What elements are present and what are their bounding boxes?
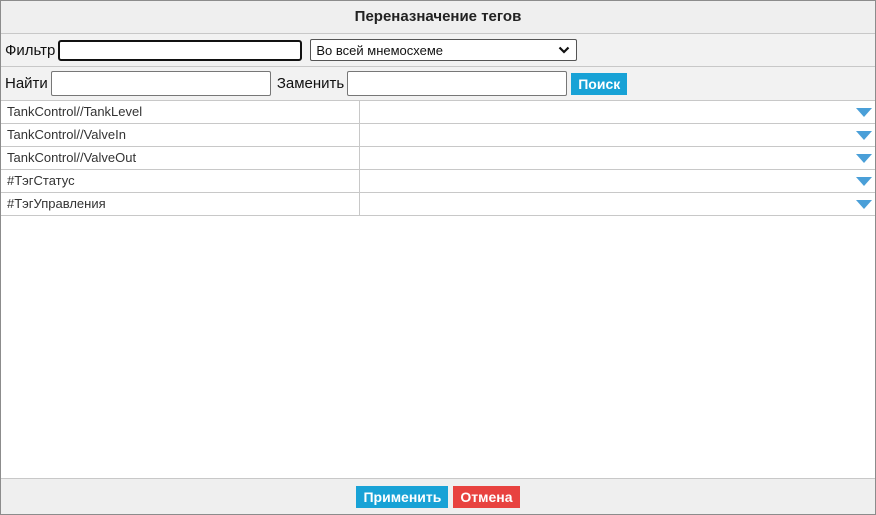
tag-target-dropdown[interactable] bbox=[360, 170, 875, 192]
tag-name-cell: TankControl//ValveIn bbox=[1, 124, 360, 146]
triangle-down-icon[interactable] bbox=[856, 177, 872, 186]
tag-target-dropdown[interactable] bbox=[360, 147, 875, 169]
find-input[interactable] bbox=[50, 71, 271, 96]
tag-reassign-dialog: Переназначение тегов Фильтр Во всей мнем… bbox=[0, 0, 876, 515]
scope-select-value: Во всей мнемосхеме bbox=[316, 42, 444, 58]
tag-name-cell: TankControl//TankLevel bbox=[1, 101, 360, 123]
triangle-down-icon[interactable] bbox=[856, 200, 872, 209]
tag-name-cell: #ТэгУправления bbox=[1, 193, 360, 215]
replace-input[interactable] bbox=[347, 71, 568, 96]
scope-select[interactable]: Во всей мнемосхеме bbox=[310, 39, 578, 61]
search-button[interactable]: Поиск bbox=[571, 72, 628, 95]
tag-list: TankControl//TankLevel TankControl//Valv… bbox=[1, 101, 875, 476]
tag-target-dropdown[interactable] bbox=[360, 101, 875, 123]
filter-label: Фильтр bbox=[5, 41, 56, 59]
tag-target-dropdown[interactable] bbox=[360, 124, 875, 146]
chevron-down-icon bbox=[559, 46, 570, 54]
tag-target-dropdown[interactable] bbox=[360, 193, 875, 215]
tag-name-cell: #ТэгСтатус bbox=[1, 170, 360, 192]
search-bar: Найти Заменить Поиск bbox=[1, 67, 875, 101]
find-label: Найти bbox=[5, 75, 48, 92]
cancel-button[interactable]: Отмена bbox=[453, 485, 520, 508]
table-row: TankControl//ValveIn bbox=[1, 124, 875, 147]
filter-input[interactable] bbox=[58, 39, 303, 61]
triangle-down-icon[interactable] bbox=[856, 108, 872, 117]
dialog-footer: Применить Отмена bbox=[1, 478, 875, 514]
apply-button[interactable]: Применить bbox=[356, 485, 449, 508]
table-row: #ТэгСтатус bbox=[1, 170, 875, 193]
table-row: #ТэгУправления bbox=[1, 193, 875, 216]
filter-bar: Фильтр Во всей мнемосхеме bbox=[1, 34, 875, 67]
table-row: TankControl//ValveOut bbox=[1, 147, 875, 170]
dialog-title: Переназначение тегов bbox=[1, 1, 875, 34]
triangle-down-icon[interactable] bbox=[856, 154, 872, 163]
triangle-down-icon[interactable] bbox=[856, 131, 872, 140]
tag-name-cell: TankControl//ValveOut bbox=[1, 147, 360, 169]
replace-label: Заменить bbox=[276, 75, 345, 92]
table-row: TankControl//TankLevel bbox=[1, 101, 875, 124]
